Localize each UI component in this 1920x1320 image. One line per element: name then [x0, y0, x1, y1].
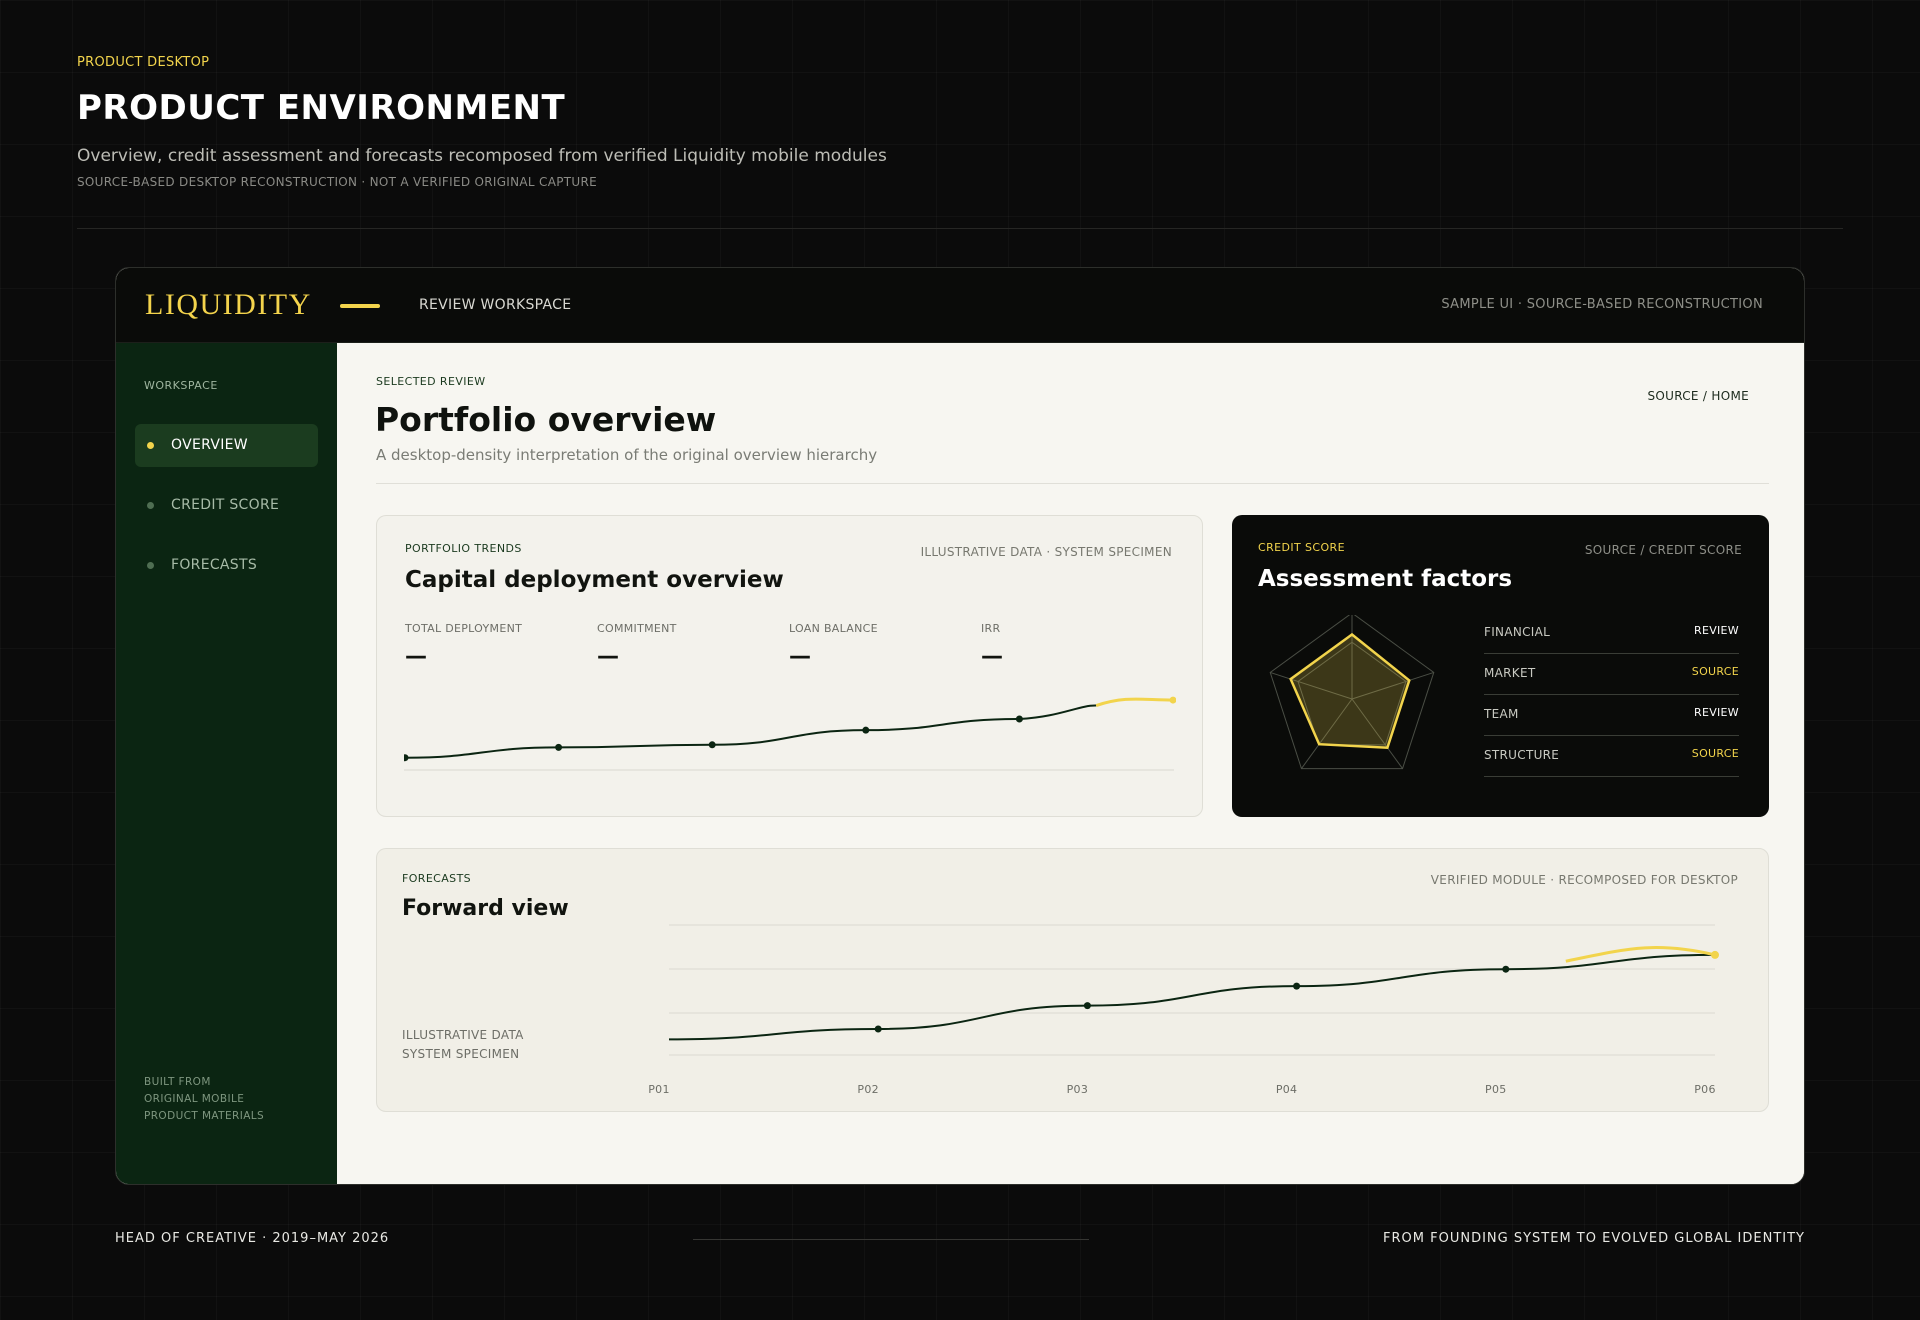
- card-meta: VERIFIED MODULE · RECOMPOSED FOR DESKTOP: [1430, 873, 1738, 887]
- forecasts-card: FORECASTS VERIFIED MODULE · RECOMPOSED F…: [376, 848, 1769, 1112]
- forecast-note: ILLUSTRATIVE DATA SYSTEM SPECIMEN: [402, 1026, 524, 1064]
- factor-name: TEAM: [1484, 707, 1519, 721]
- factor-name: MARKET: [1484, 666, 1536, 680]
- forward-view-chart: [668, 924, 1719, 1056]
- sidebar-item-label: FORECASTS: [171, 557, 258, 573]
- period-tick-label: P01: [648, 1083, 670, 1096]
- card-title: Forward view: [402, 896, 569, 921]
- dot-icon: [147, 502, 154, 509]
- forecast-data-point: [1083, 1002, 1091, 1010]
- portfolio-trends-card: PORTFOLIO TRENDS ILLUSTRATIVE DATA · SYS…: [376, 515, 1203, 817]
- logo-accent-bar: [340, 304, 380, 308]
- workspace-name: REVIEW WORKSPACE: [419, 297, 572, 313]
- sidebar-item-forecasts[interactable]: FORECASTS: [135, 544, 318, 587]
- trend-data-point: [404, 754, 409, 762]
- page-eyebrow: PRODUCT DESKTOP: [77, 55, 210, 70]
- trend-data-point: [555, 743, 563, 751]
- forecast-note-line: SYSTEM SPECIMEN: [402, 1047, 520, 1061]
- topbar-meta: SAMPLE UI · SOURCE-BASED RECONSTRUCTION: [1441, 297, 1763, 312]
- page-hero-title: PRODUCT ENVIRONMENT: [77, 88, 566, 128]
- footer-right: FROM FOUNDING SYSTEM TO EVOLVED GLOBAL I…: [1383, 1231, 1805, 1246]
- card-title: Assessment factors: [1258, 566, 1513, 592]
- app-window: LIQUIDITY REVIEW WORKSPACE SAMPLE UI · S…: [115, 267, 1805, 1185]
- forecast-data-point: [1502, 965, 1510, 973]
- card-title: Capital deployment overview: [405, 567, 784, 593]
- forecast-data-point: [874, 1025, 882, 1033]
- forecast-data-point: [1293, 982, 1301, 990]
- factor-row-structure[interactable]: STRUCTURE SOURCE: [1484, 736, 1739, 777]
- assessment-radar-chart: [1269, 615, 1435, 770]
- metric-label-irr: IRR: [981, 622, 1001, 635]
- period-tick-label: P02: [857, 1083, 879, 1096]
- period-tick-label: P04: [1275, 1083, 1298, 1096]
- metric-label-total-deployment: TOTAL DEPLOYMENT: [405, 622, 523, 635]
- period-tick-label: P06: [1694, 1083, 1716, 1096]
- period-tick-label: P03: [1066, 1083, 1089, 1096]
- card-eyebrow: PORTFOLIO TRENDS: [405, 542, 522, 555]
- factor-row-market[interactable]: MARKET SOURCE: [1484, 654, 1739, 695]
- radar-score-shape: [1289, 632, 1411, 749]
- active-dot-icon: [147, 442, 154, 449]
- sidebar-heading: WORKSPACE: [144, 379, 218, 392]
- card-meta: ILLUSTRATIVE DATA · SYSTEM SPECIMEN: [920, 545, 1172, 559]
- factor-status: SOURCE: [1691, 747, 1739, 760]
- trend-forecast-segment: [1095, 697, 1174, 707]
- trend-data-point: [708, 741, 716, 749]
- metric-label-loan-balance: LOAN BALANCE: [789, 622, 878, 635]
- dot-icon: [147, 562, 154, 569]
- trend-series-line: [404, 704, 1097, 759]
- card-meta: SOURCE / CREDIT SCORE: [1584, 543, 1742, 557]
- trend-data-point: [1169, 696, 1176, 704]
- forecast-note-line: ILLUSTRATIVE DATA: [402, 1028, 524, 1042]
- factor-status: SOURCE: [1691, 665, 1739, 678]
- trend-data-point: [862, 726, 870, 734]
- factor-status: REVIEW: [1694, 624, 1739, 637]
- sidebar-item-credit-score[interactable]: CREDIT SCORE: [135, 484, 318, 527]
- sidebar-footer-line: PRODUCT MATERIALS: [144, 1110, 265, 1122]
- sidebar-item-overview[interactable]: OVERVIEW: [135, 424, 318, 467]
- sidebar: WORKSPACE OVERVIEW CREDIT SCORE FORECAST…: [116, 343, 337, 1184]
- sidebar-item-label: OVERVIEW: [171, 437, 248, 453]
- sidebar-footer: BUILT FROM ORIGINAL MOBILE PRODUCT MATER…: [144, 1074, 264, 1125]
- sidebar-item-label: CREDIT SCORE: [171, 497, 280, 513]
- hero-divider: [77, 228, 1843, 229]
- capital-deployment-chart: [404, 696, 1176, 771]
- forecast-series-line: [668, 953, 1716, 1041]
- credit-score-card: CREDIT SCORE SOURCE / CREDIT SCORE Asses…: [1232, 515, 1769, 817]
- liquidity-logo[interactable]: LIQUIDITY: [145, 288, 312, 322]
- app-topbar: LIQUIDITY REVIEW WORKSPACE SAMPLE UI · S…: [116, 268, 1804, 343]
- card-eyebrow: CREDIT SCORE: [1258, 541, 1345, 554]
- sidebar-footer-line: BUILT FROM: [144, 1076, 211, 1088]
- card-eyebrow: FORECASTS: [402, 872, 472, 885]
- page-hero-note: SOURCE-BASED DESKTOP RECONSTRUCTION · NO…: [77, 175, 597, 189]
- page-hero-subtitle: Overview, credit assessment and forecast…: [77, 146, 887, 166]
- source-home-link[interactable]: SOURCE / HOME: [1647, 389, 1749, 403]
- page-title: Portfolio overview: [375, 400, 717, 439]
- page-subtitle: A desktop-density interpretation of the …: [376, 446, 878, 464]
- footer-left: HEAD OF CREATIVE · 2019–MAY 2026: [115, 1231, 390, 1246]
- factor-row-financial[interactable]: FINANCIAL REVIEW: [1484, 613, 1739, 654]
- factor-row-team[interactable]: TEAM REVIEW: [1484, 695, 1739, 736]
- sidebar-footer-line: ORIGINAL MOBILE: [144, 1093, 245, 1105]
- main-content: SELECTED REVIEW Portfolio overview A des…: [337, 343, 1804, 1184]
- factor-status: REVIEW: [1694, 706, 1739, 719]
- main-divider: [376, 483, 1769, 484]
- footer-divider: [693, 1239, 1089, 1240]
- trend-data-point: [1015, 715, 1023, 723]
- selected-review-label: SELECTED REVIEW: [376, 375, 486, 388]
- metric-label-commitment: COMMITMENT: [597, 622, 677, 635]
- period-tick-label: P05: [1485, 1083, 1507, 1096]
- forecast-data-point: [1711, 950, 1719, 959]
- factor-name: FINANCIAL: [1484, 625, 1551, 639]
- factor-name: STRUCTURE: [1484, 748, 1560, 762]
